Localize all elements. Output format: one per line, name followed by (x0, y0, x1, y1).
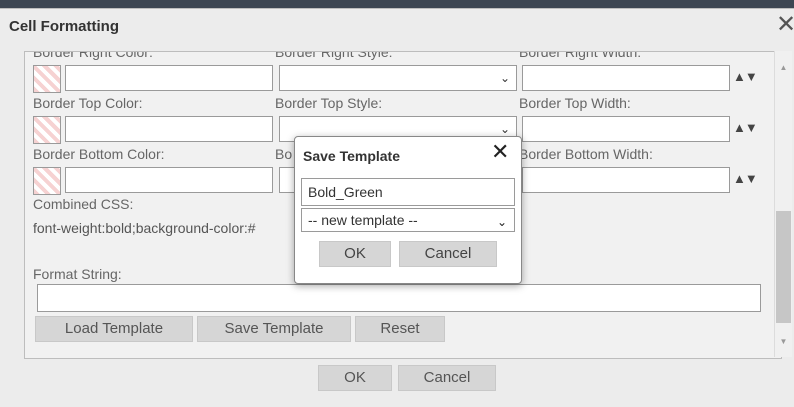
background-window-strip (0, 0, 794, 8)
reset-button[interactable]: Reset (355, 316, 445, 342)
border-top-style-label: Border Top Style: (275, 95, 383, 111)
modal-title: Save Template (303, 148, 401, 164)
chevron-down-icon: ⌄ (496, 215, 507, 229)
template-select[interactable]: -- new template -- ⌄ (301, 208, 515, 232)
border-bottom-color-label: Border Bottom Color: (33, 146, 165, 162)
save-template-modal: Save Template ✕ Bold_Green -- new templa… (294, 136, 522, 284)
border-bottom-width-input[interactable] (522, 167, 730, 193)
border-right-color-label: Border Right Color: (33, 51, 153, 60)
border-top-color-swatch[interactable] (33, 116, 61, 144)
border-bottom-color-swatch[interactable] (33, 167, 61, 195)
format-string-input[interactable] (37, 284, 761, 312)
scroll-up-icon[interactable]: ▲ (775, 61, 792, 75)
cancel-button[interactable]: Cancel (398, 365, 496, 391)
border-top-width-input[interactable] (522, 116, 730, 142)
scrollbar-thumb[interactable] (776, 211, 791, 323)
load-template-button[interactable]: Load Template (35, 316, 193, 342)
combined-css-label: Combined CSS: (33, 196, 134, 212)
border-bottom-style-label: Bo (275, 146, 293, 162)
chevron-down-icon: ⌄ (499, 122, 510, 136)
save-template-button[interactable]: Save Template (197, 316, 351, 342)
template-select-value: -- new template -- (308, 212, 418, 228)
border-bottom-color-input[interactable] (65, 167, 273, 193)
combined-css-value: font-weight:bold;background-color:# (33, 220, 256, 236)
modal-cancel-button[interactable]: Cancel (399, 241, 497, 267)
chevron-down-icon: ⌄ (499, 71, 510, 85)
border-right-color-input[interactable] (65, 65, 273, 91)
border-right-width-input[interactable] (522, 65, 730, 91)
modal-close-icon[interactable]: ✕ (491, 141, 509, 163)
border-top-color-label: Border Top Color: (33, 95, 143, 111)
border-right-style-label: Border Right Style: (275, 51, 393, 60)
close-icon[interactable]: ✕ (776, 13, 794, 37)
dialog-title: Cell Formatting (9, 18, 120, 35)
modal-ok-button[interactable]: OK (319, 241, 391, 267)
scroll-down-icon[interactable]: ▼ (775, 335, 792, 349)
format-string-label: Format String: (33, 266, 122, 282)
spinner-icon[interactable]: ▲▼ (733, 69, 758, 84)
spinner-icon[interactable]: ▲▼ (733, 171, 758, 186)
template-name-input[interactable]: Bold_Green (301, 178, 515, 206)
panel-scrollbar[interactable]: ▲ ▼ (774, 51, 792, 357)
border-top-color-input[interactable] (65, 116, 273, 142)
border-top-width-label: Border Top Width: (519, 95, 631, 111)
border-right-style-select[interactable]: ⌄ (279, 65, 517, 91)
border-right-color-swatch[interactable] (33, 65, 61, 93)
border-bottom-width-label: Border Bottom Width: (519, 146, 653, 162)
ok-button[interactable]: OK (318, 365, 392, 391)
spinner-icon[interactable]: ▲▼ (733, 120, 758, 135)
border-right-width-label: Border Right Width: (519, 51, 642, 60)
